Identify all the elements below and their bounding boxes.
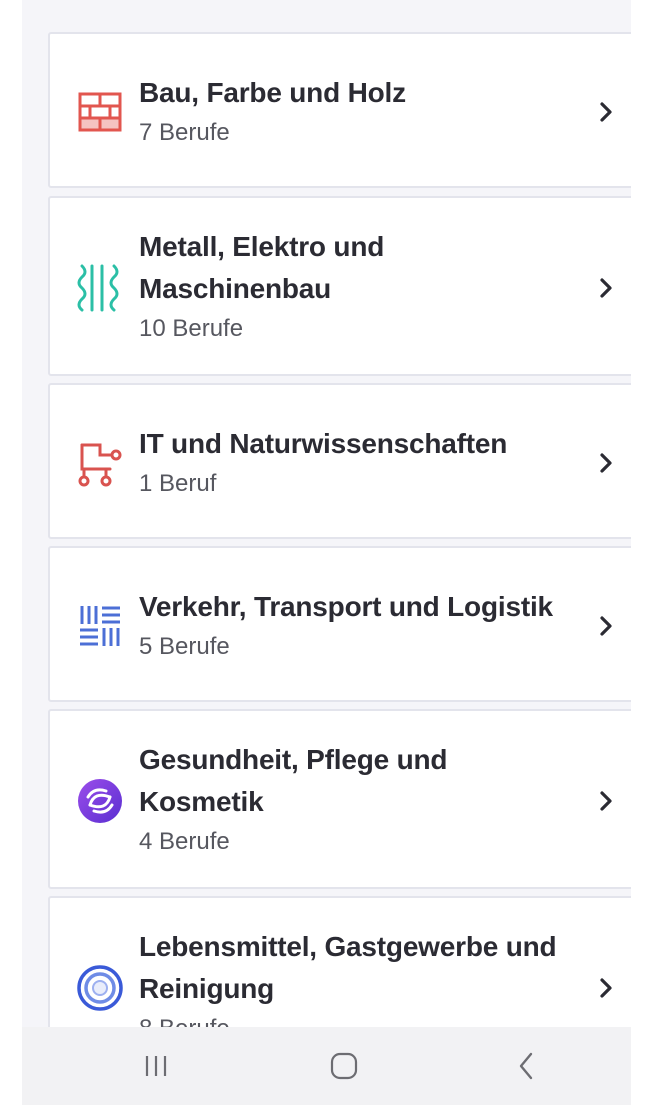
category-count: 7 Berufe [139, 119, 230, 146]
category-count: 5 Berufe [139, 633, 230, 660]
category-text: Gesundheit, Pflege und Kosmetik 4 Berufe [139, 739, 579, 859]
category-title: Bau, Farbe und Holz [139, 77, 406, 108]
category-title: Metall, Elektro und Maschinenbau [139, 231, 385, 304]
category-card-bau[interactable]: Bau, Farbe und Holz 7 Berufe [48, 32, 631, 188]
category-count: 4 Berufe [139, 828, 230, 855]
category-card-lebensmittel[interactable]: Lebensmittel, Gastgewerbe und Reinigung … [48, 896, 631, 1027]
chevron-right-icon [600, 453, 612, 473]
screen: Bau, Farbe und Holz 7 Berufe Metall, Ele… [0, 0, 651, 1105]
category-card-verkehr[interactable]: Verkehr, Transport und Logistik 5 Berufe [48, 546, 631, 702]
category-count: 1 Beruf [139, 470, 217, 497]
concentric-circles-icon [77, 965, 123, 1011]
metal-waves-icon [77, 264, 119, 312]
category-title: Verkehr, Transport und Logistik [139, 591, 553, 622]
category-card-it[interactable]: IT und Naturwissenschaften 1 Beruf [48, 383, 631, 539]
swirl-icon [78, 779, 122, 823]
home-button[interactable] [324, 1047, 364, 1085]
category-text: IT und Naturwissenschaften 1 Beruf [139, 423, 579, 501]
category-title: Gesundheit, Pflege und Kosmetik [139, 744, 448, 817]
chevron-right-icon [600, 278, 612, 298]
chevron-right-icon [600, 102, 612, 122]
category-text: Lebensmittel, Gastgewerbe und Reinigung … [139, 926, 579, 1027]
circuit-icon [78, 443, 122, 487]
recent-apps-button[interactable] [136, 1047, 176, 1085]
system-navigation-bar [22, 1027, 631, 1105]
chevron-right-icon [600, 616, 612, 636]
back-icon [519, 1052, 533, 1080]
category-title: Lebensmittel, Gastgewerbe und Reinigung [139, 931, 557, 1004]
chevron-right-icon [600, 978, 612, 998]
category-text: Verkehr, Transport und Logistik 5 Berufe [139, 586, 587, 664]
recent-apps-icon [145, 1056, 167, 1076]
category-title: IT und Naturwissenschaften [139, 428, 508, 459]
category-card-gesundheit[interactable]: Gesundheit, Pflege und Kosmetik 4 Berufe [48, 709, 631, 889]
chevron-right-icon [600, 791, 612, 811]
home-icon [330, 1052, 358, 1080]
category-text: Bau, Farbe und Holz 7 Berufe [139, 72, 579, 150]
category-count: 8 Berufe [139, 1012, 579, 1027]
category-count: 10 Berufe [139, 315, 244, 342]
category-card-metall[interactable]: Metall, Elektro und Maschinenbau 10 Beru… [48, 196, 631, 376]
transport-lines-icon [80, 606, 120, 646]
brick-wall-icon [78, 92, 122, 132]
category-text: Metall, Elektro und Maschinenbau 10 Beru… [139, 226, 579, 346]
back-button[interactable] [506, 1047, 546, 1085]
category-list: Bau, Farbe und Holz 7 Berufe Metall, Ele… [22, 0, 631, 1027]
